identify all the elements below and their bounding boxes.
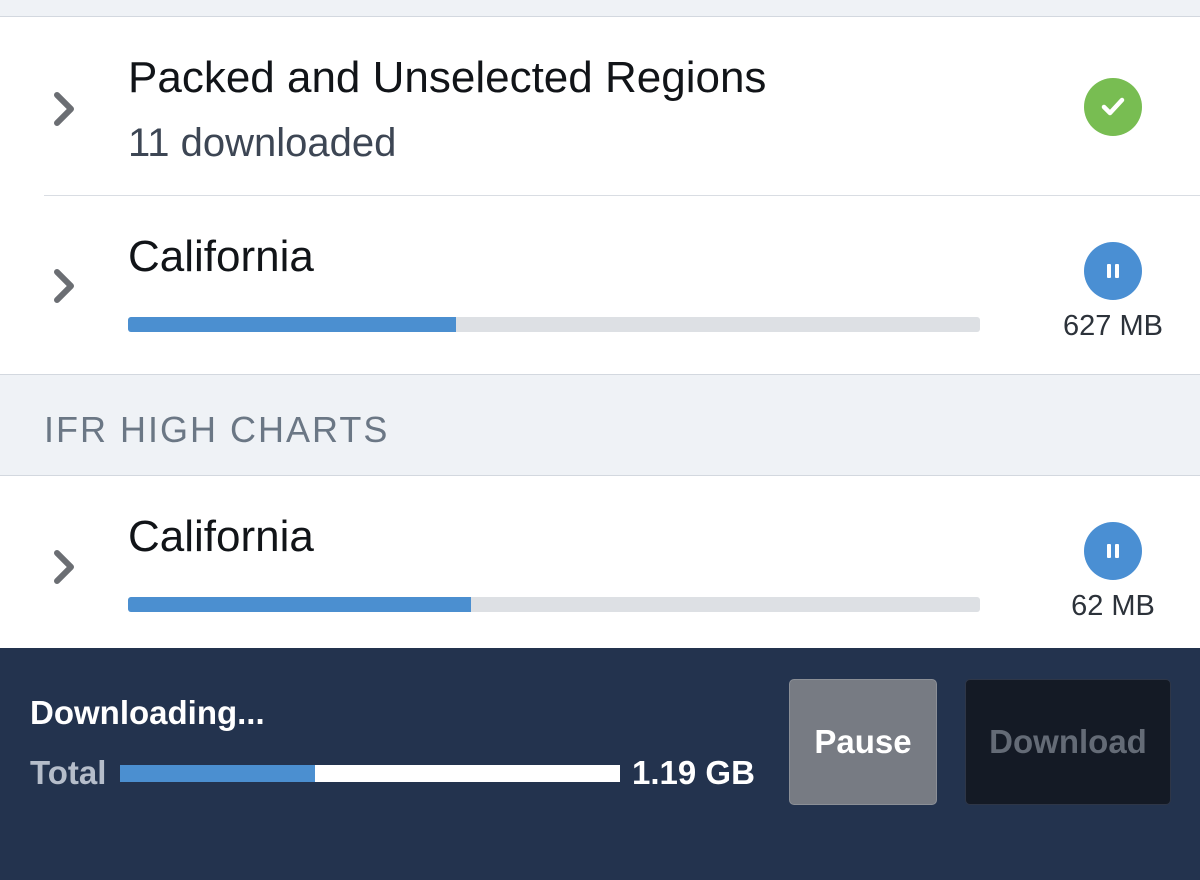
pause-download-button[interactable] — [1084, 242, 1142, 300]
progress-bar — [128, 317, 980, 332]
region-row-packed[interactable]: Packed and Unselected Regions 11 downloa… — [0, 17, 1200, 195]
row-subtitle: 11 downloaded — [128, 121, 397, 165]
pause-icon — [1107, 544, 1119, 558]
status-check-badge — [1084, 78, 1142, 136]
region-row-california[interactable]: California 627 MB — [0, 196, 1200, 375]
check-icon — [1101, 97, 1125, 116]
region-row-california-ifr-high[interactable]: California 62 MB — [0, 476, 1200, 648]
section-header: IFR HIGH CHARTS — [0, 375, 1200, 476]
section-title: IFR HIGH CHARTS — [44, 409, 390, 450]
pause-download-button[interactable] — [1084, 522, 1142, 580]
pause-button[interactable]: Pause — [789, 679, 937, 805]
row-title: California — [128, 512, 314, 561]
pause-icon — [1107, 264, 1119, 278]
download-size: 62 MB — [1071, 590, 1155, 622]
download-status: Downloading... — [30, 694, 265, 731]
row-title: Packed and Unselected Regions — [128, 53, 767, 102]
chevron-right-icon — [54, 550, 74, 584]
row-title: California — [128, 232, 314, 281]
total-label: Total — [30, 754, 107, 791]
total-progress-bar — [120, 765, 620, 782]
total-size: 1.19 GB — [632, 754, 755, 791]
progress-bar — [128, 597, 980, 612]
chevron-right-icon — [54, 92, 74, 126]
progress-bar-fill — [128, 597, 471, 612]
total-progress-fill — [120, 765, 315, 782]
download-footer: Downloading... Total 1.19 GB Pause Downl… — [0, 648, 1200, 880]
top-strip — [0, 0, 1200, 17]
chevron-right-icon — [54, 269, 74, 303]
progress-bar-fill — [128, 317, 457, 332]
download-button[interactable]: Download — [965, 679, 1171, 805]
download-size: 627 MB — [1063, 310, 1163, 342]
